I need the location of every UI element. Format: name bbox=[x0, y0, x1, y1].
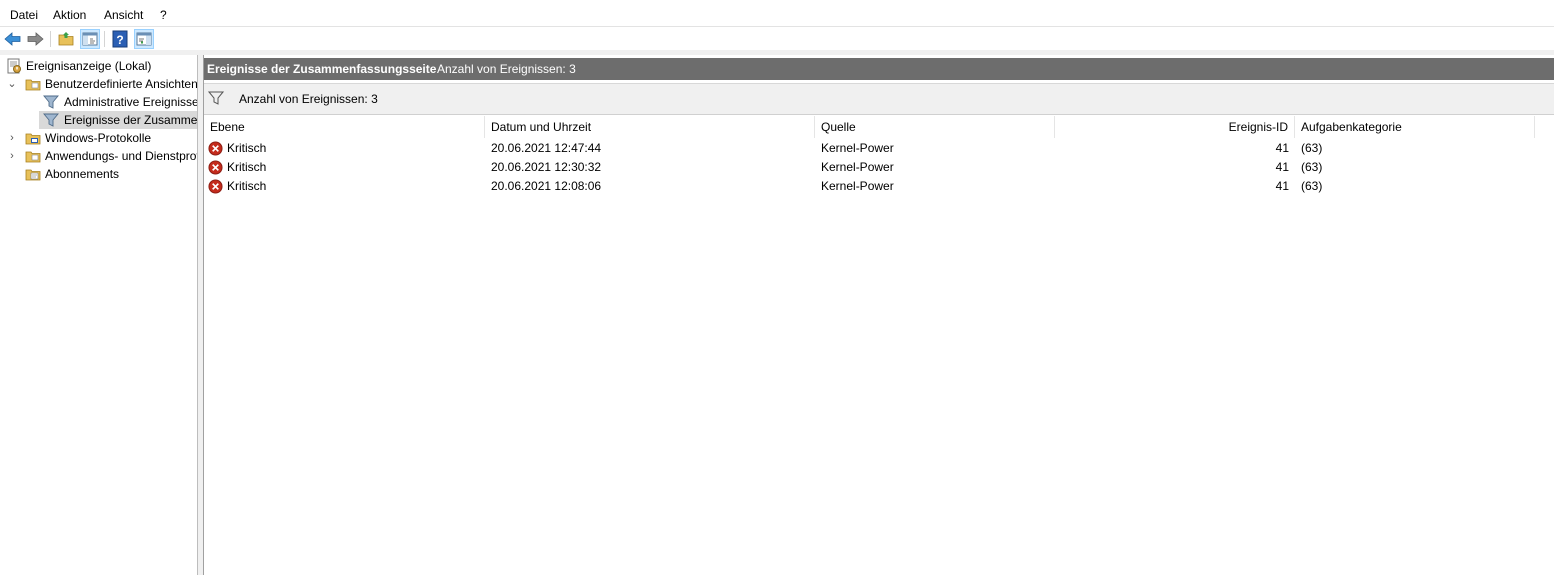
chevron-right-icon[interactable]: › bbox=[6, 148, 18, 164]
toolbar: ? bbox=[0, 27, 1554, 51]
filter-summary: Anzahl von Ereignissen: 3 bbox=[239, 92, 378, 106]
show-hide-action-pane-icon bbox=[136, 32, 152, 46]
forward-button[interactable] bbox=[25, 29, 45, 49]
event-viewer-icon bbox=[7, 58, 21, 74]
show-hide-action-pane-button[interactable] bbox=[134, 29, 154, 49]
level-text: Kritisch bbox=[227, 179, 267, 193]
menu-aktion[interactable]: Aktion bbox=[51, 7, 88, 23]
console-tree: Ereignisanzeige (Lokal) ⌄ Benutzerdefini… bbox=[0, 55, 198, 575]
filter-icon bbox=[208, 91, 224, 105]
tree-item-subscriptions[interactable]: Abonnements bbox=[0, 165, 197, 183]
menu-ansicht[interactable]: Ansicht bbox=[102, 7, 145, 23]
event-count: Anzahl von Ereignissen: 3 bbox=[437, 62, 576, 76]
column-header-source[interactable]: Quelle bbox=[815, 116, 1055, 138]
view-title-bar: Ereignisse der Zusammenfassungsseite Anz… bbox=[204, 58, 1554, 80]
cell-level: Kritisch bbox=[204, 158, 485, 177]
cell-event-id: 41 bbox=[1275, 179, 1289, 193]
cell-level: Kritisch bbox=[204, 177, 485, 196]
level-text: Kritisch bbox=[227, 160, 267, 174]
tree-item-summary-page-events[interactable]: Ereignisse der Zusammenfassungsseite bbox=[39, 111, 197, 129]
view-title: Ereignisse der Zusammenfassungsseite bbox=[207, 62, 437, 76]
menu-datei[interactable]: Datei bbox=[8, 7, 40, 23]
cell-task-category: (63) bbox=[1301, 160, 1323, 174]
folder-log-icon bbox=[25, 133, 41, 145]
subscription-icon bbox=[25, 169, 41, 181]
cell-source: Kernel-Power bbox=[821, 179, 894, 193]
cell-datetime: 20.06.2021 12:08:06 bbox=[491, 179, 602, 193]
show-hide-console-tree-button[interactable] bbox=[80, 29, 100, 49]
critical-error-icon bbox=[208, 141, 223, 156]
open-folder-button[interactable] bbox=[56, 29, 76, 49]
column-header-datetime[interactable]: Datum und Uhrzeit bbox=[485, 116, 815, 138]
cell-task-category: (63) bbox=[1301, 179, 1323, 193]
tree-item-label: Benutzerdefinierte Ansichten bbox=[45, 77, 198, 91]
open-folder-icon bbox=[58, 32, 74, 46]
back-button[interactable] bbox=[3, 29, 23, 49]
forward-icon bbox=[27, 32, 44, 46]
level-text: Kritisch bbox=[227, 141, 267, 155]
filter-bar: Anzahl von Ereignissen: 3 bbox=[204, 83, 1554, 115]
help-icon: ? bbox=[112, 30, 128, 48]
tree-item-label: Anwendungs- und Dienstprotokolle bbox=[45, 149, 197, 163]
folder-icon bbox=[25, 79, 41, 91]
tree-item-label: Abonnements bbox=[45, 167, 120, 181]
tree-item-label: Windows-Protokolle bbox=[45, 131, 152, 145]
cell-source: Kernel-Power bbox=[821, 160, 894, 174]
help-button[interactable]: ? bbox=[110, 29, 130, 49]
filter-icon bbox=[43, 113, 59, 127]
tree-item-windows-logs[interactable]: › Windows-Protokolle bbox=[0, 129, 197, 147]
grid-header: Ebene Datum und Uhrzeit Quelle Ereignis-… bbox=[204, 116, 1554, 138]
critical-error-icon bbox=[208, 179, 223, 194]
cell-datetime: 20.06.2021 12:30:32 bbox=[491, 160, 602, 174]
column-header-event-id[interactable]: Ereignis-ID bbox=[1055, 116, 1295, 138]
critical-error-icon bbox=[208, 160, 223, 175]
cell-task-category: (63) bbox=[1301, 141, 1323, 155]
toolbar-separator bbox=[104, 31, 105, 47]
tree-item-custom-views[interactable]: ⌄ Benutzerdefinierte Ansichten bbox=[0, 75, 197, 93]
table-row[interactable]: Kritisch 20.06.2021 12:08:06 Kernel-Powe… bbox=[204, 177, 1554, 196]
cell-source: Kernel-Power bbox=[821, 141, 894, 155]
menu-bar: Datei Aktion Ansicht ? bbox=[0, 0, 1554, 28]
tree-item-event-viewer-local[interactable]: Ereignisanzeige (Lokal) bbox=[0, 57, 197, 75]
cell-level: Kritisch bbox=[204, 139, 485, 158]
tree-item-label: Administrative Ereignisse bbox=[64, 95, 198, 109]
tree-item-application-service-logs[interactable]: › Anwendungs- und Dienstprotokolle bbox=[0, 147, 197, 165]
tree-item-label: Ereignisanzeige (Lokal) bbox=[26, 59, 152, 73]
chevron-right-icon[interactable]: › bbox=[6, 130, 18, 146]
toolbar-separator bbox=[50, 31, 51, 47]
table-row[interactable]: Kritisch 20.06.2021 12:47:44 Kernel-Powe… bbox=[204, 139, 1554, 158]
menu-help[interactable]: ? bbox=[158, 7, 169, 23]
back-icon bbox=[4, 32, 21, 46]
table-row[interactable]: Kritisch 20.06.2021 12:30:32 Kernel-Powe… bbox=[204, 158, 1554, 177]
column-header-level[interactable]: Ebene bbox=[204, 116, 485, 138]
content-pane: Ereignisse der Zusammenfassungsseite Anz… bbox=[204, 55, 1554, 575]
chevron-down-icon[interactable]: ⌄ bbox=[6, 76, 18, 92]
tree-item-administrative-events[interactable]: Administrative Ereignisse bbox=[0, 93, 197, 111]
cell-event-id: 41 bbox=[1275, 160, 1289, 174]
folder-icon bbox=[25, 151, 41, 163]
show-hide-console-tree-icon bbox=[82, 32, 98, 46]
cell-event-id: 41 bbox=[1275, 141, 1289, 155]
tree-item-label: Ereignisse der Zusammenfassungsseite bbox=[64, 113, 198, 127]
filter-icon bbox=[43, 95, 59, 109]
cell-datetime: 20.06.2021 12:47:44 bbox=[491, 141, 602, 155]
column-header-task-category[interactable]: Aufgabenkategorie bbox=[1295, 116, 1535, 138]
svg-text:?: ? bbox=[116, 33, 123, 47]
